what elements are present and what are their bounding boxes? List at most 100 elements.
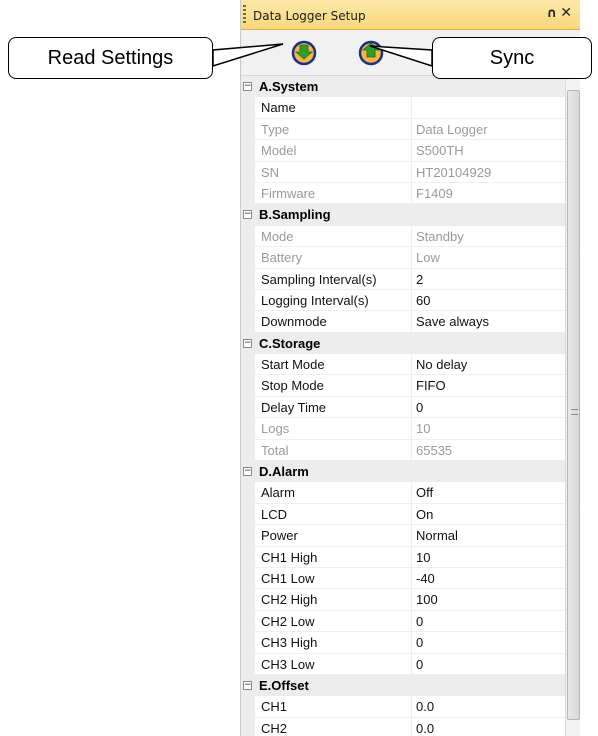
column-divider[interactable]: [411, 482, 412, 503]
property-row[interactable]: Firmware F1409: [241, 182, 565, 205]
property-value[interactable]: 0: [416, 635, 423, 650]
column-divider[interactable]: [411, 97, 412, 118]
property-value[interactable]: Off: [416, 485, 433, 500]
column-divider[interactable]: [411, 289, 412, 311]
property-row[interactable]: Start Mode No delay: [241, 354, 565, 376]
upload-arrow-icon: [358, 40, 384, 66]
property-name: CH3 High: [261, 635, 318, 651]
row-gutter: [241, 525, 255, 546]
category-label: D.Alarm: [259, 464, 309, 480]
column-divider[interactable]: [411, 118, 412, 140]
close-icon[interactable]: ✕: [560, 6, 572, 20]
property-value[interactable]: 60: [416, 293, 430, 308]
row-gutter: [241, 311, 255, 332]
property-row[interactable]: Battery Low: [241, 247, 565, 269]
property-name: Model: [261, 143, 297, 159]
column-divider[interactable]: [411, 418, 412, 439]
property-row[interactable]: Logs 10: [241, 418, 565, 440]
property-row[interactable]: Mode Standby: [241, 225, 565, 248]
row-gutter: [241, 696, 255, 717]
property-value[interactable]: -40: [416, 571, 435, 586]
property-row[interactable]: Downmode Save always: [241, 311, 565, 333]
column-divider[interactable]: [411, 717, 412, 736]
category-label: B.Sampling: [259, 207, 331, 223]
collapse-icon[interactable]: −: [243, 82, 252, 91]
property-row[interactable]: Delay Time 0: [241, 396, 565, 419]
pin-icon[interactable]: ∩: [546, 7, 557, 20]
property-row[interactable]: Power Normal: [241, 525, 565, 547]
property-value[interactable]: Save always: [416, 314, 489, 329]
column-divider[interactable]: [411, 546, 412, 567]
property-row[interactable]: Type Data Logger: [241, 118, 565, 141]
property-value[interactable]: 0: [416, 657, 423, 672]
category-row[interactable]: − D.Alarm: [241, 461, 565, 483]
vertical-scrollbar[interactable]: [565, 76, 580, 736]
property-value[interactable]: No delay: [416, 357, 467, 372]
collapse-icon[interactable]: −: [243, 680, 252, 690]
property-name: Logs: [261, 421, 290, 437]
column-divider[interactable]: [411, 161, 412, 182]
property-row[interactable]: CH3 High 0: [241, 632, 565, 654]
column-divider[interactable]: [411, 354, 412, 375]
column-divider[interactable]: [411, 696, 412, 717]
property-row[interactable]: CH3 Low 0: [241, 653, 565, 675]
property-value[interactable]: On: [416, 507, 433, 522]
column-divider[interactable]: [411, 589, 412, 610]
collapse-icon[interactable]: −: [243, 210, 252, 220]
property-row[interactable]: CH2 Low 0: [241, 610, 565, 633]
property-value[interactable]: 0: [416, 400, 423, 415]
property-value[interactable]: 10: [416, 550, 430, 565]
column-divider[interactable]: [411, 567, 412, 589]
row-gutter: [241, 396, 255, 418]
column-divider[interactable]: [411, 375, 412, 396]
row-gutter: [241, 225, 255, 247]
row-gutter: [241, 375, 255, 396]
column-divider[interactable]: [411, 225, 412, 247]
property-row[interactable]: Alarm Off: [241, 482, 565, 504]
column-divider[interactable]: [411, 653, 412, 674]
property-row[interactable]: CH2 High 100: [241, 589, 565, 611]
collapse-icon[interactable]: −: [243, 338, 252, 348]
property-row[interactable]: CH1 High 10: [241, 546, 565, 568]
column-divider[interactable]: [411, 268, 412, 289]
property-row[interactable]: Model S500TH: [241, 140, 565, 162]
column-divider[interactable]: [411, 396, 412, 418]
property-row[interactable]: CH2 0.0: [241, 717, 565, 736]
column-divider[interactable]: [411, 525, 412, 546]
sync-button[interactable]: [356, 38, 386, 68]
property-value[interactable]: 0.0: [416, 699, 434, 714]
column-divider[interactable]: [411, 503, 412, 525]
scrollbar-thumb[interactable]: [567, 90, 580, 720]
property-value[interactable]: Normal: [416, 528, 458, 543]
property-row[interactable]: Total 65535: [241, 439, 565, 462]
read-settings-button[interactable]: [289, 38, 319, 68]
property-row[interactable]: Name: [241, 97, 565, 119]
category-row[interactable]: − C.Storage: [241, 332, 565, 355]
property-name: CH2 High: [261, 592, 318, 608]
property-row[interactable]: CH1 Low -40: [241, 567, 565, 590]
property-row[interactable]: CH1 0.0: [241, 696, 565, 718]
column-divider[interactable]: [411, 182, 412, 204]
property-value[interactable]: 0: [416, 614, 423, 629]
category-row[interactable]: − A.System: [241, 76, 565, 98]
property-row[interactable]: Stop Mode FIFO: [241, 375, 565, 397]
column-divider[interactable]: [411, 140, 412, 161]
property-row[interactable]: SN HT20104929: [241, 161, 565, 183]
column-divider[interactable]: [411, 311, 412, 332]
column-divider[interactable]: [411, 610, 412, 632]
property-value[interactable]: 100: [416, 592, 438, 607]
drag-grip-icon[interactable]: [243, 5, 246, 25]
property-value[interactable]: FIFO: [416, 378, 446, 393]
column-divider[interactable]: [411, 632, 412, 653]
column-divider[interactable]: [411, 439, 412, 461]
category-row[interactable]: − B.Sampling: [241, 204, 565, 226]
category-row[interactable]: − E.Offset: [241, 674, 565, 697]
collapse-icon[interactable]: −: [243, 467, 252, 477]
property-row[interactable]: Logging Interval(s) 60: [241, 289, 565, 312]
property-row[interactable]: LCD On: [241, 503, 565, 526]
property-value[interactable]: 2: [416, 272, 423, 287]
property-name: CH1: [261, 699, 288, 715]
property-value[interactable]: 0.0: [416, 721, 434, 736]
column-divider[interactable]: [411, 247, 412, 268]
property-row[interactable]: Sampling Interval(s) 2: [241, 268, 565, 290]
